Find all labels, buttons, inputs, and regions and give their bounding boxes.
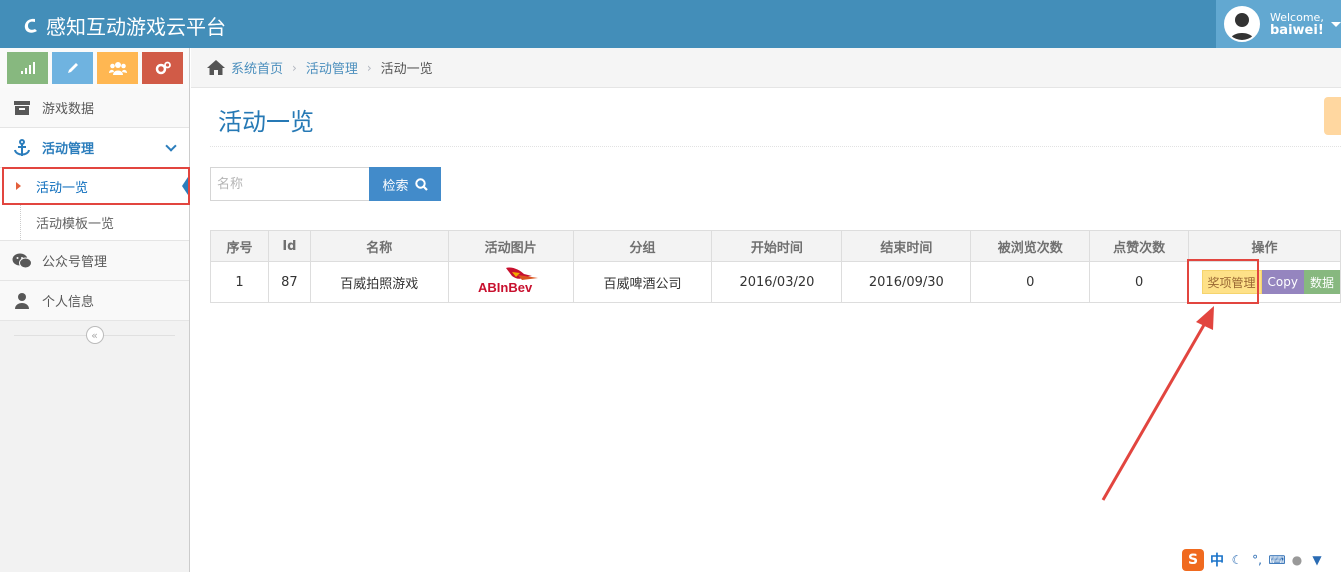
group-icon <box>108 62 127 75</box>
cogs-icon <box>155 61 171 75</box>
shortcut-pencil-button[interactable] <box>52 52 93 84</box>
sidebar-subitem-label: 活动模板一览 <box>36 216 115 232</box>
search-button[interactable]: 检索 <box>369 167 441 201</box>
table-row: 1 87 百威拍照游戏 ABInBev 百威啤酒公司 2016/03/20 20… <box>210 261 1341 303</box>
cell-id: 87 <box>267 261 311 303</box>
brand[interactable]: 感知互动游戏云平台 <box>20 11 226 40</box>
top-navbar: 感知互动游戏云平台 Welcome, baiwei! <box>0 0 1341 48</box>
caret-down-icon <box>1331 22 1341 27</box>
activity-table: 序号 Id 名称 活动图片 分组 开始时间 结束时间 被浏览次数 点赞次数 操作… <box>210 230 1341 303</box>
column-header: Id <box>267 230 311 262</box>
user-name: baiwei! <box>1270 23 1324 38</box>
sidebar: 游戏数据 活动管理 活动一览 活动模板一览 公众号管理 个人信息 « <box>0 48 190 572</box>
shortcut-signal-button[interactable] <box>7 52 48 84</box>
shortcut-cogs-button[interactable] <box>142 52 183 84</box>
cell-group: 百威啤酒公司 <box>572 261 713 303</box>
column-header: 点赞次数 <box>1089 230 1190 262</box>
ime-mode-label[interactable]: 中 <box>1210 550 1224 570</box>
wechat-icon <box>12 251 32 271</box>
pencil-icon <box>67 63 78 73</box>
page-title: 活动一览 <box>218 108 314 136</box>
keyboard-icon[interactable]: ⌨ <box>1268 553 1285 567</box>
app-title: 感知互动游戏云平台 <box>46 15 226 39</box>
sidebar-collapse: « <box>0 321 189 349</box>
sidebar-item-label: 个人信息 <box>42 295 95 310</box>
copy-button[interactable]: Copy <box>1261 270 1304 294</box>
annotation-highlight-menu <box>2 167 190 205</box>
cell-end-date: 2016/09/30 <box>841 261 972 303</box>
anchor-icon <box>12 138 32 158</box>
logo-text: ABInBev <box>478 280 533 295</box>
cell-index: 1 <box>210 261 269 303</box>
breadcrumb-current: 活动一览 <box>380 62 433 77</box>
cell-image: ABInBev <box>447 261 574 303</box>
settings-toggle-button[interactable] <box>1324 97 1341 135</box>
cell-name: 百威拍照游戏 <box>309 261 449 303</box>
person-icon[interactable]: ● <box>1290 553 1304 567</box>
shortcut-group-button[interactable] <box>97 52 138 84</box>
cell-views: 0 <box>970 261 1091 303</box>
sidebar-item-label: 游戏数据 <box>42 102 95 117</box>
user-icon <box>12 291 32 311</box>
signal-icon <box>20 62 35 74</box>
search-input[interactable] <box>210 167 370 201</box>
tree-line <box>20 204 21 240</box>
column-header: 序号 <box>210 230 269 262</box>
column-header: 操作 <box>1188 230 1341 262</box>
annotation-highlight-button <box>1187 259 1259 304</box>
column-header: 结束时间 <box>841 230 972 262</box>
breadcrumb-home-link[interactable]: 系统首页 <box>231 58 283 77</box>
sidebar-item-label: 活动管理 <box>42 142 95 157</box>
brand-logo-icon <box>24 18 37 33</box>
double-chevron-left-icon[interactable]: « <box>85 326 104 344</box>
chevron-right-icon: › <box>366 60 372 75</box>
column-header: 开始时间 <box>711 230 843 262</box>
archive-icon <box>12 98 32 118</box>
sidebar-item-label: 公众号管理 <box>42 255 108 270</box>
cell-start-date: 2016/03/20 <box>711 261 843 303</box>
sidebar-item-official-account[interactable]: 公众号管理 <box>0 241 189 281</box>
home-icon <box>207 60 225 75</box>
user-avatar-icon <box>1229 13 1255 40</box>
moon-icon[interactable]: ☾ <box>1230 553 1244 567</box>
sidebar-subitem-activity-template-list[interactable]: 活动模板一览 <box>0 204 189 240</box>
search-button-label: 检索 <box>382 178 409 194</box>
column-header: 被浏览次数 <box>970 230 1091 262</box>
sidebar-shortcuts <box>0 48 189 88</box>
sidebar-item-activity-management[interactable]: 活动管理 <box>0 128 189 168</box>
avatar <box>1224 6 1260 42</box>
shirt-icon[interactable]: ▼ <box>1310 553 1324 567</box>
column-header: 活动图片 <box>447 230 574 262</box>
breadcrumb: 系统首页 › 活动管理 › 活动一览 <box>191 48 1341 88</box>
breadcrumb-section-link[interactable]: 活动管理 <box>306 58 358 77</box>
chevron-right-icon: › <box>292 60 297 75</box>
abinbev-logo: ABInBev <box>478 267 538 295</box>
ime-toolbar: S 中 ☾ °, ⌨ ● ▼ <box>1182 547 1324 572</box>
column-header: 分组 <box>572 230 713 262</box>
sogou-icon[interactable]: S <box>1182 548 1204 571</box>
chevron-down-icon <box>165 140 177 152</box>
sidebar-item-personal-info[interactable]: 个人信息 <box>0 281 189 321</box>
punctuation-icon[interactable]: °, <box>1250 553 1264 567</box>
cell-likes: 0 <box>1089 261 1190 303</box>
sidebar-item-game-data[interactable]: 游戏数据 <box>0 88 189 128</box>
user-menu[interactable]: Welcome, baiwei! <box>1216 0 1341 48</box>
divider <box>210 146 1341 147</box>
column-header: 名称 <box>309 230 449 262</box>
search-icon <box>414 177 428 191</box>
data-button[interactable]: 数据 <box>1303 270 1340 294</box>
activity-image: ABInBev <box>475 264 546 296</box>
table-header-row: 序号 Id 名称 活动图片 分组 开始时间 结束时间 被浏览次数 点赞次数 操作 <box>210 230 1341 262</box>
